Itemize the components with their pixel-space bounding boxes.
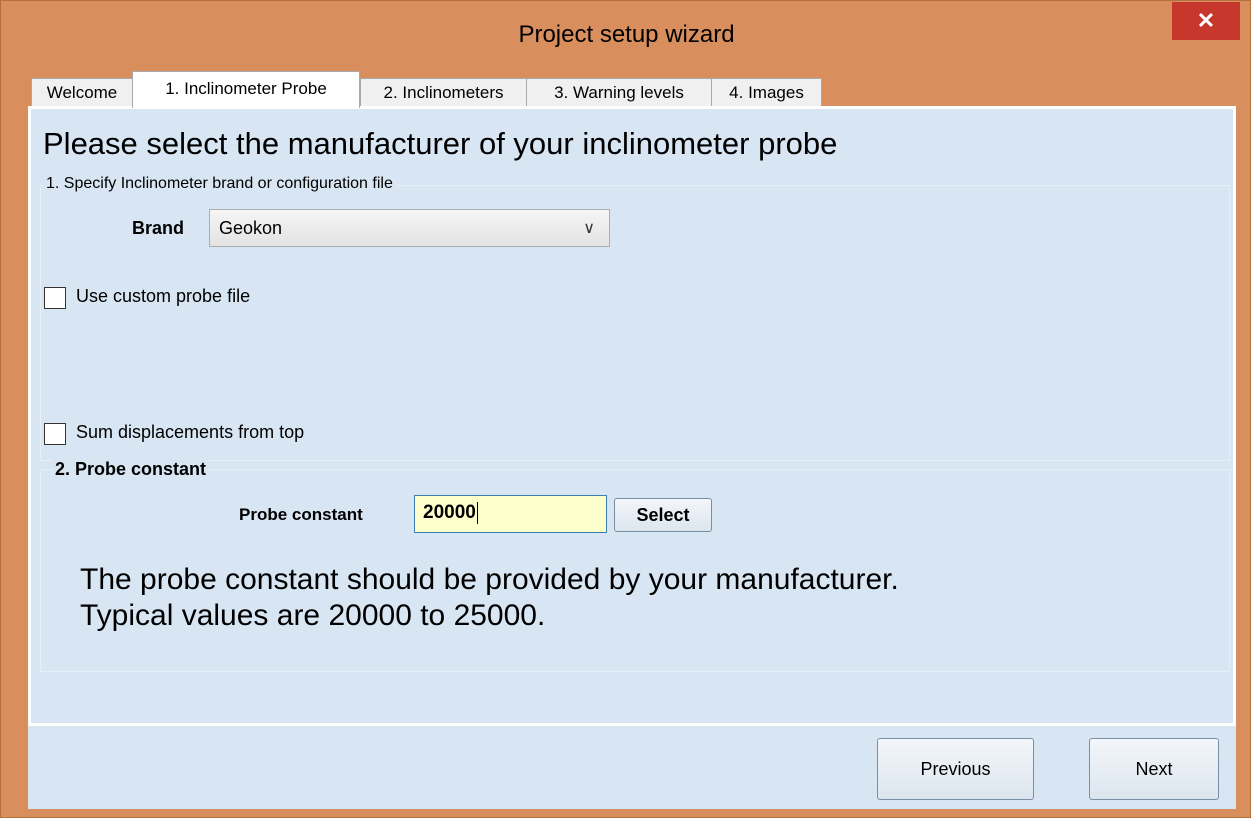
brand-select[interactable]: Geokon ∨ <box>209 209 610 247</box>
wizard-window: Project setup wizard ✕ Welcome 1. Inclin… <box>0 0 1251 818</box>
probe-constant-label: Probe constant <box>239 505 363 524</box>
brand-select-value: Geokon <box>219 218 283 238</box>
page-heading: Please select the manufacturer of your i… <box>43 126 838 161</box>
tab-warning-levels[interactable]: 3. Warning levels <box>526 78 712 106</box>
custom-probe-label: Use custom probe file <box>76 286 251 306</box>
tab-welcome[interactable]: Welcome <box>31 78 133 106</box>
tab-page-inclinometer-probe: Please select the manufacturer of your i… <box>28 106 1236 726</box>
chevron-down-icon: ∨ <box>583 220 595 237</box>
brand-group-title: 1. Specify Inclinometer brand or configu… <box>44 175 395 193</box>
brand-label: Brand <box>132 218 185 238</box>
probe-constant-group-title: 2. Probe constant <box>53 459 209 480</box>
wizard-footer: Previous Next <box>28 726 1236 809</box>
title-bar[interactable]: Project setup wizard ✕ <box>1 1 1251 71</box>
tab-inclinometer-probe[interactable]: 1. Inclinometer Probe <box>132 71 360 108</box>
close-icon: ✕ <box>1196 8 1216 33</box>
close-button[interactable]: ✕ <box>1172 2 1240 40</box>
next-button[interactable]: Next <box>1089 738 1219 800</box>
probe-constant-info: The probe constant should be provided by… <box>80 562 899 634</box>
window-title: Project setup wizard <box>518 21 735 48</box>
tab-inclinometers[interactable]: 2. Inclinometers <box>360 78 527 106</box>
probe-constant-value: 20000 <box>423 502 476 524</box>
custom-probe-checkbox[interactable] <box>44 287 66 309</box>
info-line-1: The probe constant should be provided by… <box>80 563 899 596</box>
tab-images[interactable]: 4. Images <box>711 78 822 106</box>
info-line-2: Typical values are 20000 to 25000. <box>80 599 546 632</box>
sum-displacements-checkbox[interactable] <box>44 423 66 445</box>
previous-button[interactable]: Previous <box>877 738 1034 800</box>
text-caret <box>476 502 478 524</box>
select-probe-constant-button[interactable]: Select <box>614 498 712 532</box>
sum-displacements-label: Sum displacements from top <box>76 422 305 442</box>
probe-constant-input[interactable]: 20000 <box>414 495 607 533</box>
